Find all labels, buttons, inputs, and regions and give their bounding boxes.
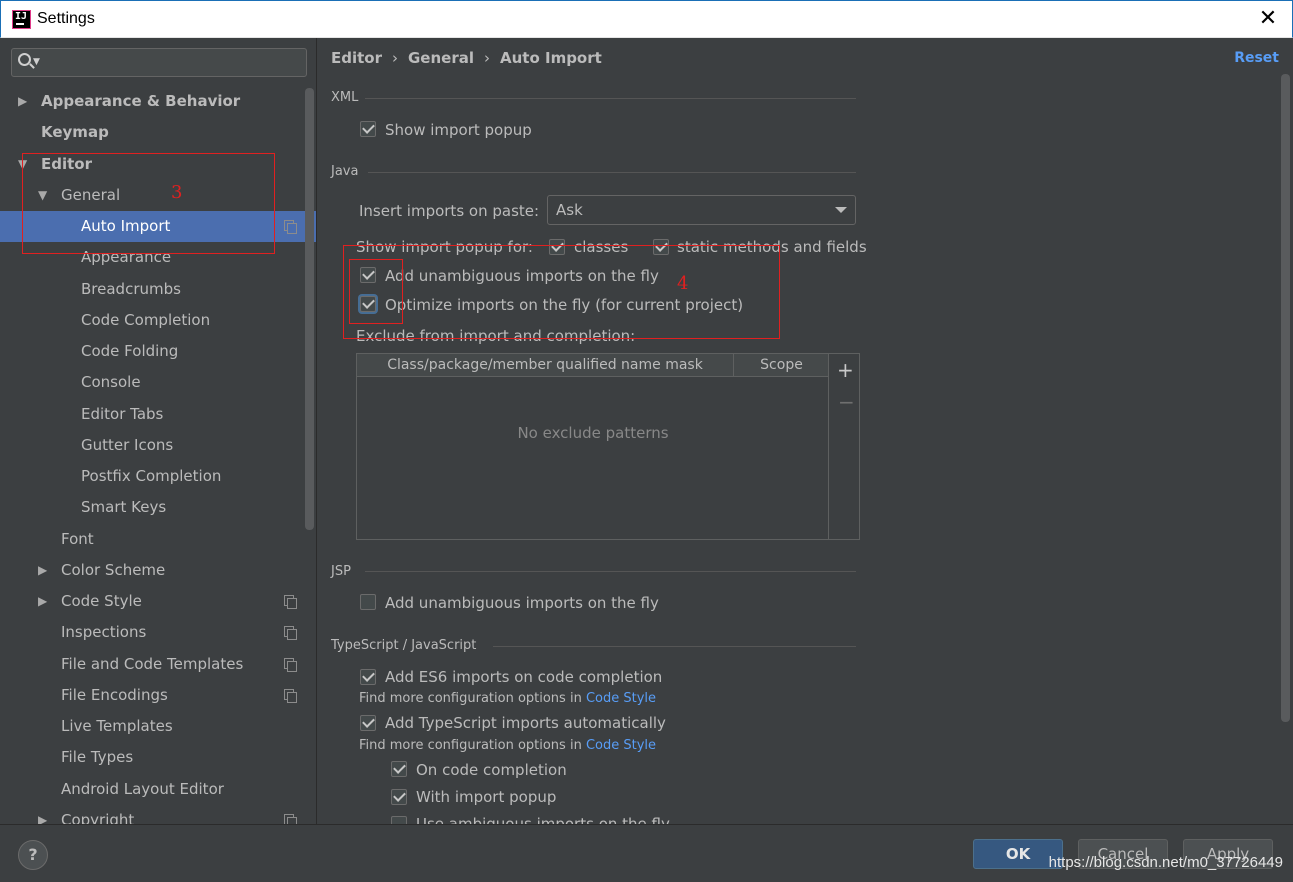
ts-with-popup-label: With import popup	[416, 788, 557, 806]
sidebar-item-file-types[interactable]: File Types	[0, 742, 316, 773]
ts-note-2: Find more configuration options in Code …	[359, 738, 657, 753]
section-typescript: TypeScript / JavaScript	[331, 638, 477, 653]
add-icon[interactable]: +	[837, 358, 854, 382]
project-scope-icon	[284, 689, 297, 703]
sidebar-item-appearance-behavior[interactable]: ▶ Appearance & Behavior	[0, 86, 316, 117]
sidebar-item-console[interactable]: Console	[0, 367, 316, 398]
expand-arrow-icon[interactable]: ▶	[38, 586, 47, 617]
window-title: Settings	[37, 10, 95, 27]
sidebar-item-file-encodings[interactable]: File Encodings	[0, 680, 316, 711]
code-style-link[interactable]: Code Style	[586, 738, 656, 753]
help-button[interactable]: ?	[18, 840, 48, 870]
search-input[interactable]: ▼	[11, 48, 307, 77]
sidebar-item-keymap[interactable]: Keymap	[0, 117, 316, 148]
breadcrumb: Editor › General › Auto Import	[331, 49, 602, 67]
settings-sidebar: ▼ ▶ Appearance & Behavior Keymap ▼ Edito…	[0, 38, 317, 824]
ts-on-completion-checkbox[interactable]	[391, 761, 407, 777]
search-icon	[18, 53, 31, 66]
ts-es6-imports-label: Add ES6 imports on code completion	[385, 668, 663, 686]
title-bar: IJ Settings ✕	[0, 0, 1293, 38]
sidebar-item-file-code-templates[interactable]: File and Code Templates	[0, 649, 316, 680]
section-divider	[493, 646, 856, 647]
sidebar-item-copyright[interactable]: ▶ Copyright	[0, 805, 316, 824]
section-xml: XML	[331, 90, 359, 105]
sidebar-item-editor-tabs[interactable]: Editor Tabs	[0, 399, 316, 430]
sidebar-item-smart-keys[interactable]: Smart Keys	[0, 492, 316, 523]
sidebar-item-postfix-completion[interactable]: Postfix Completion	[0, 461, 316, 492]
jsp-add-unambiguous-checkbox[interactable]	[360, 594, 376, 610]
ts-auto-imports-label: Add TypeScript imports automatically	[385, 714, 666, 732]
content-scrollbar[interactable]	[1281, 74, 1290, 722]
close-icon[interactable]: ✕	[1256, 6, 1280, 32]
project-scope-icon	[284, 595, 297, 609]
expand-arrow-icon[interactable]: ▶	[18, 86, 27, 117]
breadcrumb-auto-import: Auto Import	[500, 49, 602, 67]
insert-on-paste-label: Insert imports on paste:	[359, 202, 540, 220]
xml-show-import-popup-label: Show import popup	[385, 121, 532, 139]
sidebar-item-font[interactable]: Font	[0, 524, 316, 555]
ts-unambiguous-checkbox[interactable]	[391, 816, 407, 824]
empty-table-text: No exclude patterns	[517, 424, 669, 442]
breadcrumb-general: General	[408, 49, 474, 67]
table-header: Class/package/member qualified name mask…	[357, 354, 829, 377]
project-scope-icon	[284, 658, 297, 672]
remove-icon[interactable]: −	[838, 390, 855, 414]
annotation-box-4	[343, 245, 780, 339]
project-scope-icon	[284, 626, 297, 640]
exclude-patterns-table[interactable]: Class/package/member qualified name mask…	[356, 353, 860, 540]
ts-auto-imports-checkbox[interactable]	[360, 715, 376, 731]
watermark-text: https://blog.csdn.net/m0_37726449	[1048, 854, 1283, 871]
sidebar-item-gutter-icons[interactable]: Gutter Icons	[0, 430, 316, 461]
section-divider	[365, 571, 856, 572]
ts-with-popup-checkbox[interactable]	[391, 789, 407, 805]
sidebar-scrollbar[interactable]	[305, 88, 314, 530]
sidebar-item-inspections[interactable]: Inspections	[0, 617, 316, 648]
reset-link[interactable]: Reset	[1234, 50, 1279, 66]
sidebar-item-color-scheme[interactable]: ▶ Color Scheme	[0, 555, 316, 586]
annotation-number-3: 3	[171, 182, 183, 203]
auto-import-panel: Editor › General › Auto Import Reset XML Sho…	[318, 38, 1293, 824]
xml-show-import-popup-checkbox[interactable]	[360, 121, 376, 137]
sidebar-item-code-folding[interactable]: Code Folding	[0, 336, 316, 367]
ts-es6-imports-checkbox[interactable]	[360, 669, 376, 685]
sidebar-item-breadcrumbs[interactable]: Breadcrumbs	[0, 274, 316, 305]
column-header-mask[interactable]: Class/package/member qualified name mask	[357, 354, 734, 377]
ts-unambiguous-label: Use ambiguous imports on the fly	[416, 815, 670, 824]
ts-on-completion-label: On code completion	[416, 761, 567, 779]
sidebar-item-code-style[interactable]: ▶ Code Style	[0, 586, 316, 617]
column-header-scope[interactable]: Scope	[734, 354, 829, 377]
section-java: Java	[331, 164, 359, 179]
project-scope-icon	[284, 220, 297, 234]
intellij-app-icon: IJ	[12, 10, 31, 29]
annotation-box-3	[22, 153, 275, 254]
expand-arrow-icon[interactable]: ▶	[38, 805, 47, 824]
search-options-caret-icon[interactable]: ▼	[33, 57, 40, 67]
annotation-box-4-checkboxes	[349, 259, 403, 324]
project-scope-icon	[284, 814, 297, 824]
breadcrumb-editor: Editor	[331, 49, 382, 67]
sidebar-item-android-layout-editor[interactable]: Android Layout Editor	[0, 774, 316, 805]
dialog-footer: ? OK Cancel Apply https://blog.csdn.net/…	[0, 824, 1293, 882]
section-jsp: JSP	[331, 564, 351, 579]
table-toolbar: + −	[828, 354, 859, 539]
section-divider	[365, 98, 856, 99]
ts-note-1: Find more configuration options in Code …	[359, 691, 657, 706]
annotation-number-4: 4	[677, 273, 689, 294]
jsp-add-unambiguous-label: Add unambiguous imports on the fly	[385, 594, 659, 612]
sidebar-item-live-templates[interactable]: Live Templates	[0, 711, 316, 742]
sidebar-item-code-completion[interactable]: Code Completion	[0, 305, 316, 336]
insert-on-paste-select[interactable]: Ask	[547, 195, 856, 225]
section-divider	[368, 172, 856, 173]
code-style-link[interactable]: Code Style	[586, 691, 656, 706]
chevron-down-icon	[835, 207, 847, 213]
expand-arrow-icon[interactable]: ▶	[38, 555, 47, 586]
